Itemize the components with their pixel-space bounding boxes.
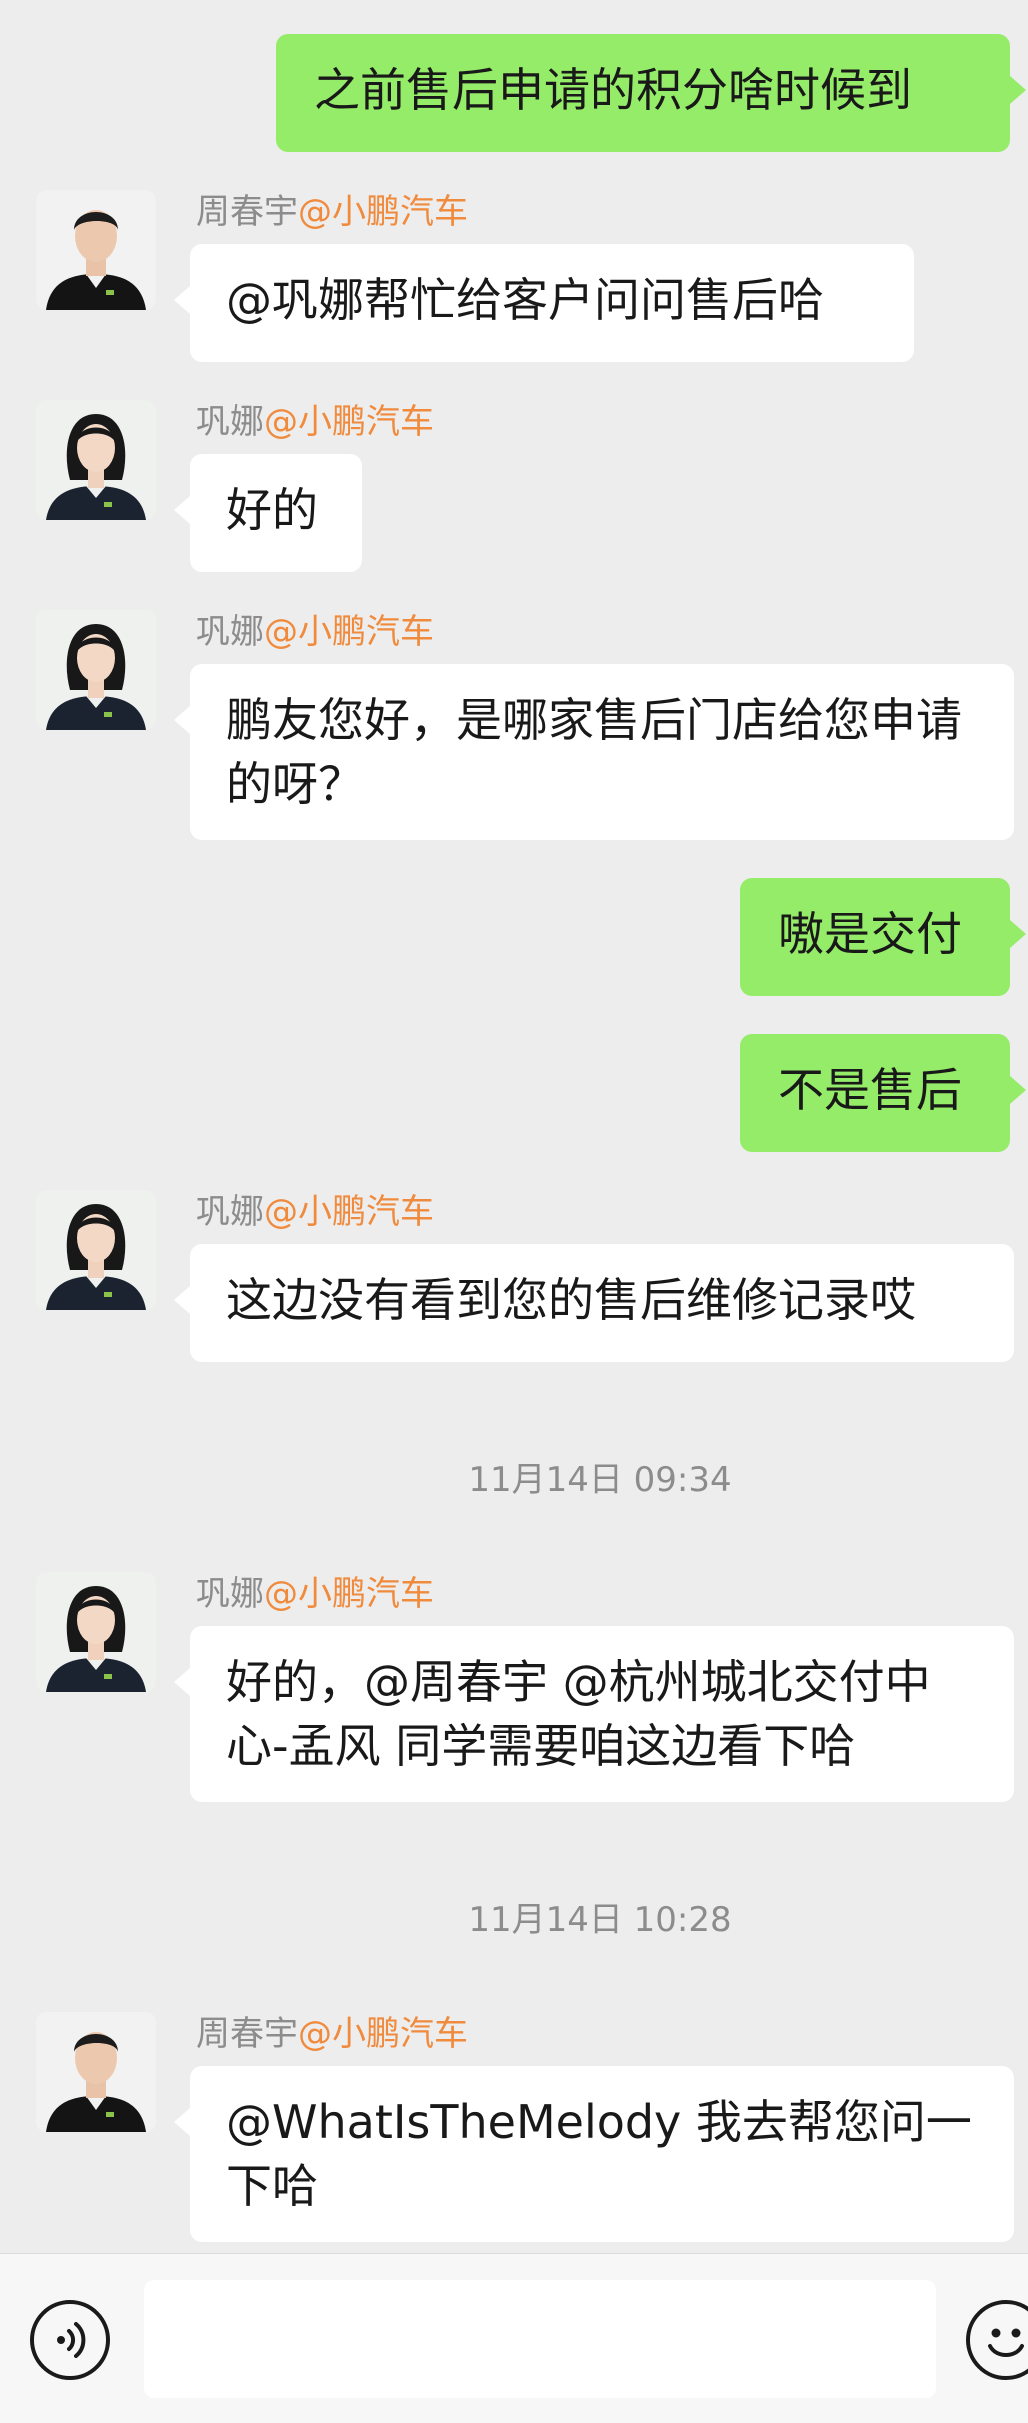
sender-name: 巩娜 bbox=[196, 1574, 264, 1614]
incoming-message-bubble[interactable]: @WhatIsTheMelody 我去帮您问一下哈 bbox=[174, 2066, 1014, 2242]
sender-name: 巩娜 bbox=[196, 402, 264, 442]
sender-org-tag: @小鹏汽车 bbox=[298, 192, 468, 232]
sender-line: 巩娜@小鹏汽车 bbox=[196, 402, 434, 442]
timestamp-label: 11月14日 10:28 bbox=[468, 1900, 732, 1940]
female-avatar-icon bbox=[36, 610, 156, 730]
sender-line: 周春宇@小鹏汽车 bbox=[196, 192, 468, 232]
message-text: 这边没有看到您的售后维修记录哎 bbox=[226, 1273, 916, 1327]
avatar[interactable] bbox=[36, 1190, 156, 1310]
female-avatar-icon bbox=[36, 1572, 156, 1692]
sender-name: 周春宇 bbox=[196, 2014, 298, 2054]
message-text: 好的，@周春宇 @杭州城北交付中心-孟风 同学需要咱这边看下哈 bbox=[226, 1655, 931, 1773]
voice-button[interactable] bbox=[30, 2300, 110, 2380]
avatar[interactable] bbox=[36, 610, 156, 730]
message-text: 嗷是交付 bbox=[778, 907, 962, 961]
female-avatar-icon bbox=[36, 1190, 156, 1310]
sender-line: 巩娜@小鹏汽车 bbox=[196, 612, 434, 652]
avatar[interactable] bbox=[36, 2012, 156, 2132]
incoming-message-bubble[interactable]: 好的，@周春宇 @杭州城北交付中心-孟风 同学需要咱这边看下哈 bbox=[174, 1626, 1014, 1802]
message-text: 之前售后申请的积分啥时候到 bbox=[314, 63, 912, 117]
incoming-message-bubble[interactable]: 鹏友您好，是哪家售后门店给您申请的呀？ bbox=[174, 664, 1014, 840]
message-text: 好的 bbox=[226, 483, 318, 537]
sender-org-tag: @小鹏汽车 bbox=[264, 1574, 434, 1614]
sender-org-tag: @小鹏汽车 bbox=[264, 1192, 434, 1232]
incoming-message-bubble[interactable]: @巩娜帮忙给客户问问售后哈 bbox=[174, 244, 914, 362]
avatar[interactable] bbox=[36, 400, 156, 520]
sender-line: 巩娜@小鹏汽车 bbox=[196, 1574, 434, 1614]
male-avatar-icon bbox=[36, 190, 156, 310]
incoming-message-bubble[interactable]: 好的 bbox=[174, 454, 362, 572]
sender-name: 巩娜 bbox=[196, 1192, 264, 1232]
sender-org-tag: @小鹏汽车 bbox=[298, 2014, 468, 2054]
avatar[interactable] bbox=[36, 190, 156, 310]
incoming-message-bubble[interactable]: 这边没有看到您的售后维修记录哎 bbox=[174, 1244, 1014, 1362]
message-input[interactable] bbox=[144, 2280, 936, 2398]
message-text: 不是售后 bbox=[778, 1063, 962, 1117]
message-text: 鹏友您好，是哪家售后门店给您申请的呀？ bbox=[226, 693, 962, 811]
outgoing-message-bubble[interactable]: 不是售后 bbox=[740, 1034, 1026, 1152]
chat-area[interactable]: 之前售后申请的积分啥时候到 周春宇@小鹏汽车 @巩娜帮忙给客户问问售后哈 巩娜@… bbox=[0, 0, 1028, 2253]
sender-line: 周春宇@小鹏汽车 bbox=[196, 2014, 468, 2054]
emoji-icon bbox=[988, 2328, 1024, 2357]
male-avatar-icon bbox=[36, 2012, 156, 2132]
sender-name: 巩娜 bbox=[196, 612, 264, 652]
timestamp-label: 11月14日 09:34 bbox=[468, 1460, 732, 1500]
sender-org-tag: @小鹏汽车 bbox=[264, 612, 434, 652]
female-avatar-icon bbox=[36, 400, 156, 520]
sender-org-tag: @小鹏汽车 bbox=[264, 402, 434, 442]
message-composer bbox=[0, 2253, 1028, 2423]
voice-icon bbox=[57, 2322, 86, 2358]
sender-name: 周春宇 bbox=[196, 192, 298, 232]
message-text: @WhatIsTheMelody 我去帮您问一下哈 bbox=[226, 2095, 972, 2213]
emoji-button[interactable] bbox=[966, 2300, 1028, 2380]
avatar[interactable] bbox=[36, 1572, 156, 1692]
outgoing-message-bubble[interactable]: 嗷是交付 bbox=[740, 878, 1026, 996]
outgoing-message-bubble[interactable]: 之前售后申请的积分啥时候到 bbox=[276, 34, 1026, 152]
sender-line: 巩娜@小鹏汽车 bbox=[196, 1192, 434, 1232]
message-text: @巩娜帮忙给客户问问售后哈 bbox=[226, 273, 824, 327]
